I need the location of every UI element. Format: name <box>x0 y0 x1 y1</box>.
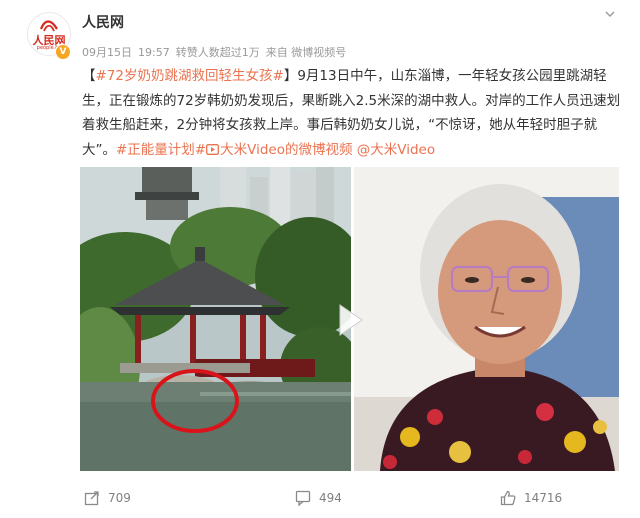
bracket-open: 【 <box>82 68 96 84</box>
portrait-scene <box>354 167 619 471</box>
chevron-down-icon[interactable] <box>604 8 616 20</box>
video-icon <box>206 143 220 155</box>
video-link[interactable]: 大米Video的微博视频 <box>206 142 352 158</box>
share-icon <box>84 491 99 506</box>
like-button[interactable]: 14716 <box>500 490 562 506</box>
like-icon <box>500 490 516 506</box>
like-count: 14716 <box>524 491 563 505</box>
video-link-label: 大米Video的微博视频 <box>220 141 353 158</box>
account-name[interactable]: 人民网 <box>82 12 124 32</box>
action-bar: 709 494 14716 <box>0 486 640 514</box>
play-icon[interactable] <box>338 303 364 337</box>
post-text: 【#72岁奶奶跳湖救回轻生女孩#】9月13日中午，山东淄博，一年轻女孩公园里跳湖… <box>82 64 622 162</box>
repost-count: 709 <box>108 491 131 505</box>
bracket-close: 】 <box>283 68 298 84</box>
post-date[interactable]: 09月15日 <box>82 46 132 59</box>
comment-count: 494 <box>319 491 342 505</box>
post-time[interactable]: 19:57 <box>138 46 170 59</box>
lake-pavilion-scene <box>80 167 365 471</box>
post-source[interactable]: 来自 微博视频号 <box>266 46 347 59</box>
repost-button[interactable]: 709 <box>84 490 131 506</box>
comment-button[interactable]: 494 <box>295 490 342 506</box>
mention-link[interactable]: @大米Video <box>357 142 435 158</box>
likes-summary: 转赞人数超过1万 <box>175 46 260 59</box>
comment-icon <box>295 490 311 506</box>
positive-tag-link[interactable]: #正能量计划# <box>116 142 206 158</box>
verified-badge-icon: V <box>55 44 71 60</box>
logo-mark-icon <box>39 20 58 32</box>
hashtag-link[interactable]: #72岁奶奶跳湖救回轻生女孩# <box>96 68 284 84</box>
post-meta: 09月15日 19:57 转赞人数超过1万 来自 微博视频号 <box>82 44 352 60</box>
